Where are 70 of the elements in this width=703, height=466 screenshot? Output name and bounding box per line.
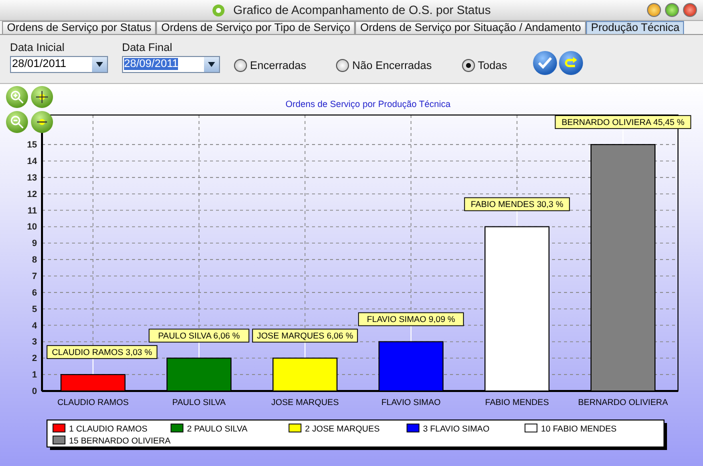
status-radio[interactable]: Não Encerradas [336,59,432,72]
maximize-button[interactable] [665,3,679,17]
legend-label: 2 PAULO SILVA [187,424,248,434]
axis-tick-label: 10 [26,222,37,232]
category-label: BERNARDO OLIVIERA [578,397,668,407]
axis-tick-label: 6 [32,287,37,298]
checkmark-icon [538,57,552,69]
leader-line [92,358,94,376]
brightness-down-button[interactable] [31,111,53,133]
app-icon [212,4,226,16]
axis-tick-label: 15 [26,140,37,150]
return-button[interactable] [559,51,584,75]
minimize-button[interactable] [647,3,661,17]
zoom-in-icon [10,90,24,104]
date-label: Data Inicial [10,42,66,54]
axis-tick-label: 9 [32,238,37,248]
status-radio[interactable]: Encerradas [234,59,306,72]
axis-tick-label: 7 [32,271,37,281]
data-label: JOSE MARQUES 6,06 % [252,328,358,343]
tab[interactable]: Ordens de Serviço por Status [2,21,156,34]
axis-tick-label: 2 [32,353,37,364]
leader-line [304,342,306,359]
zoom-out-icon [10,115,24,129]
axis-tick-label: 0 [32,386,37,396]
date-dropdown[interactable]: 28/01/2011 [10,56,108,73]
legend-label: 10 FABIO MENDES [541,424,617,434]
confirm-button[interactable] [533,51,558,75]
axis-tick-label: 11 [27,205,37,216]
axis-tick-label: 5 [32,304,37,314]
leader-line [198,342,200,359]
data-label: CLAUDIO RAMOS 3,03 % [46,345,158,359]
category-label: CLAUDIO RAMOS [57,397,129,407]
status-radio[interactable]: Todas [462,59,508,72]
dropdown-arrow-icon [208,62,215,67]
category-label: JOSE MARQUES [271,397,339,407]
data-label: BERNARDO OLIVIERA 45,45 % [554,115,692,129]
window-title: Grafico de Acompanhamento de O.S. por Status [233,3,491,17]
axis-tick-label: 3 [32,336,37,347]
bar [272,358,338,392]
legend-label: 15 BERNARDO OLIVIERA [69,436,171,446]
category-label: FABIO MENDES [485,397,549,407]
axis-tick-label: 4 [32,320,37,330]
axis-tick-label: 1 [32,370,37,380]
legend-label: 2 JOSE MARQUES [305,424,380,434]
axis-tick-label: 13 [26,172,37,182]
axis-tick-label: 12 [26,188,37,199]
data-label: PAULO SILVA 6,06 % [148,328,250,343]
data-label: FABIO MENDES 30,3 % [464,197,570,212]
axis-tick-label: 8 [32,254,37,265]
tab[interactable]: Ordens de Serviço por Situação / Andamento [355,21,586,34]
bar [378,341,444,392]
tab[interactable]: Produção Técnica [586,21,684,34]
tab[interactable]: Ordens de Serviço por Tipo de Serviço [156,21,356,34]
data-label: FLAVIO SIMAO 9,09 % [358,312,464,326]
leader-line [410,325,412,342]
brightness-up-button[interactable] [31,86,53,108]
curved-arrow-icon [564,57,578,69]
close-button[interactable] [683,3,697,17]
dropdown-arrow-icon [96,62,103,67]
legend-label: 1 CLAUDIO RAMOS [69,424,148,434]
legend-label: 3 FLAVIO SIMAO [423,424,490,434]
date-dropdown[interactable]: 28/09/2011 [122,56,220,73]
date-label: Data Final [122,42,174,54]
bar [166,358,232,392]
chart-title: Ordens de Serviço por Produção Técnica [286,99,450,109]
axis-tick-label: 14 [26,156,37,166]
sun-plus-icon [35,90,49,104]
bar [60,374,126,392]
category-label: PAULO SILVA [172,397,226,407]
category-label: FLAVIO SIMAO [381,397,441,407]
